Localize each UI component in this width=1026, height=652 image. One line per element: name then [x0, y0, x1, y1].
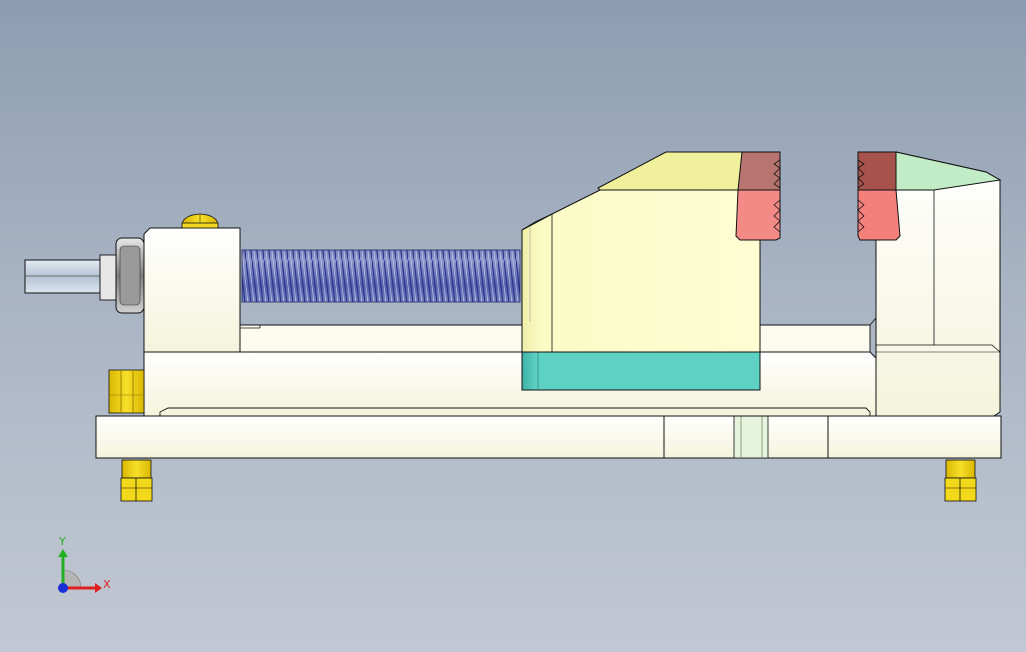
- vise-body[interactable]: [143, 324, 877, 417]
- coordinate-triad: X Y: [58, 535, 111, 593]
- right-foot-icon: [944, 459, 977, 502]
- center-boss: [733, 415, 769, 459]
- cad-viewport[interactable]: X Y: [0, 0, 1026, 652]
- x-axis-label: X: [103, 578, 111, 591]
- lead-screw-icon: [241, 249, 521, 303]
- screw-support-bracket[interactable]: [143, 227, 241, 353]
- bolt-icon: [181, 213, 219, 229]
- movable-jaw[interactable]: [521, 151, 761, 391]
- left-foot-icon: [120, 459, 153, 502]
- movable-jaw-plate: [735, 151, 781, 241]
- cad-model-canvas[interactable]: X Y: [0, 0, 1026, 652]
- x-axis-arrow-icon: [95, 583, 102, 593]
- z-axis-dot-icon: [58, 583, 68, 593]
- y-axis-arrow-icon: [58, 549, 68, 557]
- base-plate[interactable]: [95, 415, 1002, 459]
- fixed-jaw-plate: [857, 151, 901, 241]
- hex-screw-end-icon[interactable]: [24, 254, 118, 301]
- y-axis-label: Y: [58, 535, 66, 548]
- side-nut-icon: [108, 369, 145, 414]
- washer-icon: [115, 237, 145, 314]
